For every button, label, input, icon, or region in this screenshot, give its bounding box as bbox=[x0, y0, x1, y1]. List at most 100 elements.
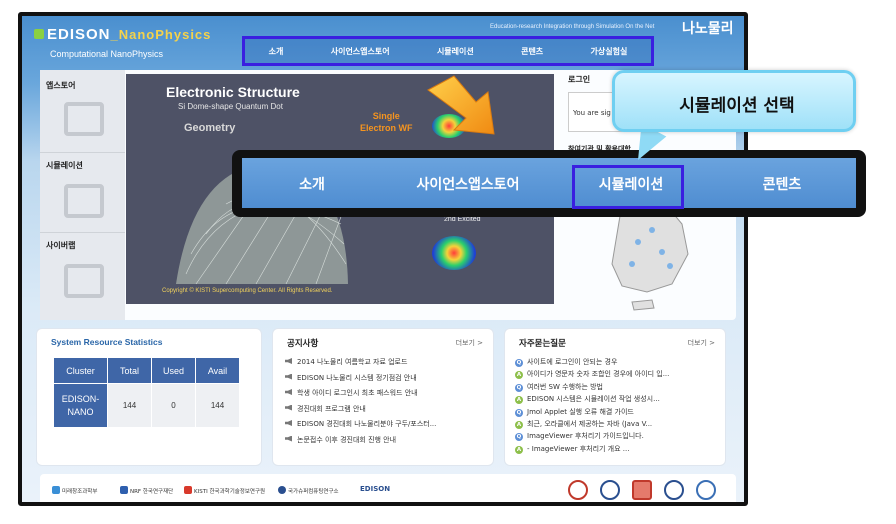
speaker-icon bbox=[285, 373, 292, 380]
nav-item-contents[interactable]: 콘텐츠 bbox=[521, 46, 543, 57]
faq-question[interactable]: Q Jmol Applet 실행 오류 해결 가이드 bbox=[515, 407, 669, 419]
partner-nrf[interactable]: NRF 한국연구재단 bbox=[120, 486, 173, 495]
col-header: Total bbox=[107, 357, 152, 384]
login-title: 로그인 bbox=[568, 75, 591, 84]
hero-title: Electronic Structure bbox=[166, 84, 300, 100]
left-menu: 앱스토어 시뮬레이션 사이버랩 bbox=[40, 70, 125, 320]
answer-icon: A bbox=[515, 445, 523, 454]
resource-table: Cluster Total Used Avail EDISON- NANO 14… bbox=[53, 357, 240, 428]
partner-footer: 미래창조과학부 NRF 한국연구재단 KISTI 한국과학기술정보연구원 국가슈… bbox=[40, 474, 736, 502]
col-header: Cluster bbox=[53, 357, 108, 384]
question-icon: Q bbox=[515, 359, 523, 367]
hero-subtitle: Si Dome-shape Quantum Dot bbox=[178, 102, 283, 111]
menu-divider bbox=[40, 152, 125, 153]
speaker-icon bbox=[285, 404, 292, 411]
list-item[interactable]: 논문접수 이후 경진대회 진행 안내 bbox=[285, 435, 436, 451]
menu-item-simulation[interactable]: 시뮬레이션 bbox=[46, 160, 83, 171]
cluster-cell: EDISON- NANO bbox=[53, 383, 108, 428]
faq-answer[interactable]: A 아이디가 영문자 숫자 조합인 경우에 아이디 입... bbox=[515, 369, 669, 381]
faq-question[interactable]: Q 사이트에 로그인이 안되는 경우 bbox=[515, 357, 669, 369]
faq-title: 자주묻는질문 bbox=[519, 338, 566, 348]
brand-suffix: _NanoPhysics bbox=[110, 27, 212, 42]
nav-item-simulation[interactable]: 시뮬레이션 bbox=[437, 46, 474, 57]
menu-item-cyberlab[interactable]: 사이버랩 bbox=[46, 240, 75, 251]
answer-icon: A bbox=[515, 420, 523, 429]
faq-answer[interactable]: A 최근, 오라클에서 제공하는 자바 (Java V... bbox=[515, 419, 669, 431]
list-item[interactable]: 2014 나노물리 여름학교 자료 업로드 bbox=[285, 357, 436, 373]
appstore-icon[interactable] bbox=[64, 102, 104, 136]
callout-text: 시뮬레이션 선택 bbox=[679, 96, 795, 116]
site-subtitle: Computational NanoPhysics bbox=[50, 49, 164, 59]
speaker-icon bbox=[285, 435, 292, 442]
folder-icon[interactable] bbox=[64, 264, 104, 298]
site-logo[interactable]: EDISON_NanoPhysics Computational NanoPhy… bbox=[34, 26, 211, 59]
answer-icon: A bbox=[515, 396, 523, 405]
university-seal-icon[interactable] bbox=[568, 480, 588, 500]
hero-geometry-label: Geometry bbox=[184, 122, 236, 134]
list-item[interactable]: 경진대회 프로그램 안내 bbox=[285, 404, 436, 420]
nav-item-virtual-lab[interactable]: 가상실험실 bbox=[591, 46, 628, 57]
faq-answer[interactable]: A- ImageViewer 후처리기 개요 ... bbox=[515, 444, 669, 456]
university-seal-icon[interactable] bbox=[632, 480, 652, 500]
total-cell: 144 bbox=[107, 383, 152, 428]
kisti-logo-icon bbox=[184, 486, 192, 494]
table-row: EDISON- NANO 144 0 144 bbox=[53, 383, 240, 428]
notice-list: 2014 나노물리 여름학교 자료 업로드 EDISON 나노물리 시스템 정기… bbox=[285, 357, 436, 450]
login-status-text: You are sig bbox=[573, 109, 611, 117]
simulation-icon[interactable] bbox=[64, 184, 104, 218]
university-seal-icon[interactable] bbox=[664, 480, 684, 500]
partner-msip[interactable]: 미래창조과학부 bbox=[52, 486, 97, 495]
question-icon: Q bbox=[515, 433, 523, 442]
pointer-arrow-icon bbox=[427, 75, 495, 135]
notice-panel: 공지사항 더보기 > 2014 나노물리 여름학교 자료 업로드 EDISON … bbox=[272, 328, 494, 466]
nav-item-appstore[interactable]: 사이언스앱스토어 bbox=[331, 46, 390, 57]
faq-answer[interactable]: A EDISON 시스템은 시뮬레이션 작업 생성시... bbox=[515, 394, 669, 406]
hero-single-electron-label: Single Electron WF bbox=[360, 111, 413, 133]
question-icon: Q bbox=[515, 383, 523, 392]
partner-nsc[interactable]: 국가슈퍼컴퓨팅연구소 bbox=[278, 486, 339, 495]
nav-item-intro[interactable]: 소개 bbox=[269, 46, 284, 57]
speaker-icon bbox=[285, 358, 292, 364]
simulation-highlight-box bbox=[572, 165, 684, 209]
faq-question[interactable]: Q 여러번 SW 수행하는 방법 bbox=[515, 382, 669, 394]
menu-divider bbox=[40, 232, 125, 233]
partner-edison[interactable]: EDISON bbox=[360, 485, 390, 493]
answer-icon: A bbox=[515, 371, 523, 380]
notice-more-link[interactable]: 더보기 > bbox=[456, 338, 483, 348]
avail-cell: 144 bbox=[195, 383, 240, 428]
top-navigation: 소개 사이언스앱스토어 시뮬레이션 콘텐츠 가상실험실 bbox=[242, 36, 654, 66]
wavefunction-excited-image bbox=[432, 236, 476, 270]
brand-prefix: EDISON bbox=[47, 26, 111, 43]
col-header: Avail bbox=[195, 357, 240, 384]
university-seal-icon[interactable] bbox=[696, 480, 716, 500]
faq-more-link[interactable]: 더보기 > bbox=[688, 338, 715, 348]
zoom-nav-intro[interactable]: 소개 bbox=[282, 174, 342, 194]
list-item[interactable]: EDISON 나노물리 시스템 정기점검 안내 bbox=[285, 373, 436, 389]
edison-logo-icon bbox=[34, 29, 44, 39]
menu-item-appstore[interactable]: 앱스토어 bbox=[46, 80, 75, 91]
site-tagline: Education-research Integration through S… bbox=[490, 24, 655, 30]
question-icon: Q bbox=[515, 408, 523, 417]
nano-physics-logo[interactable]: 나노물리 bbox=[682, 18, 734, 38]
hero-excited-label: 2nd Excited bbox=[444, 216, 481, 223]
faq-panel: 자주묻는질문 더보기 > Q 사이트에 로그인이 안되는 경우 A 아이디가 영문자… bbox=[504, 328, 726, 466]
stats-title: System Resource Statistics bbox=[51, 337, 163, 347]
university-seal-icon[interactable] bbox=[600, 480, 620, 500]
list-item[interactable]: 학생 아이디 로그인시 최초 패스워드 안내 bbox=[285, 388, 436, 404]
system-resource-panel: System Resource Statistics Cluster Total… bbox=[36, 328, 262, 466]
col-header: Used bbox=[151, 357, 196, 384]
speaker-icon bbox=[285, 420, 292, 426]
faq-list: Q 사이트에 로그인이 안되는 경우 A 아이디가 영문자 숫자 조합인 경우에 아… bbox=[515, 357, 669, 456]
faq-question[interactable]: Q ImageViewer 후처리기 가이드입니다. bbox=[515, 431, 669, 443]
speaker-icon bbox=[285, 389, 292, 395]
msip-logo-icon bbox=[52, 486, 60, 494]
table-header-row: Cluster Total Used Avail bbox=[53, 357, 240, 384]
zoom-nav-contents[interactable]: 콘텐츠 bbox=[742, 174, 822, 194]
zoomed-navigation: 소개 사이언스앱스토어 시뮬레이션 콘텐츠 bbox=[242, 158, 856, 208]
notice-title: 공지사항 bbox=[287, 338, 319, 348]
partner-kisti[interactable]: KISTI 한국과학기술정보연구원 bbox=[184, 486, 265, 495]
zoom-nav-appstore[interactable]: 사이언스앱스토어 bbox=[398, 174, 538, 194]
nrf-logo-icon bbox=[120, 486, 128, 494]
list-item[interactable]: EDISON 경진대회 나노물리분야 구두/포스터... bbox=[285, 419, 436, 435]
nsc-logo-icon bbox=[278, 486, 286, 494]
